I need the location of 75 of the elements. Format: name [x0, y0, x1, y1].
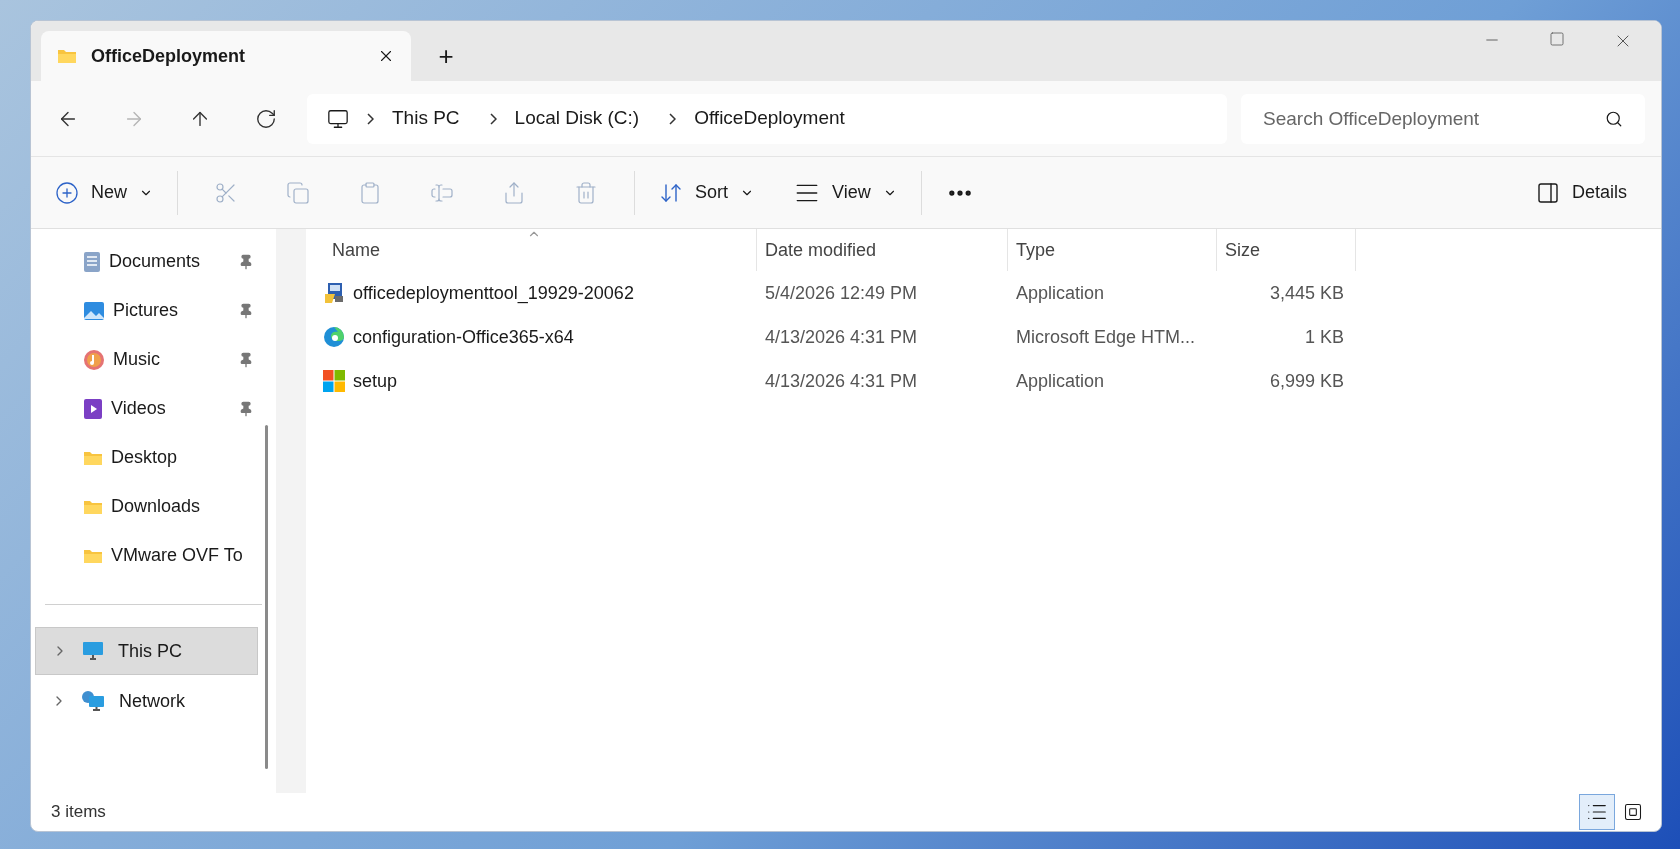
file-name: setup — [353, 369, 398, 393]
address-bar[interactable]: This PC Local Disk (C:) OfficeDeployment — [307, 93, 1227, 144]
details-button[interactable]: Details — [1535, 179, 1627, 206]
tree-label: Network — [119, 689, 185, 713]
column-header[interactable]: Date modified — [757, 229, 1008, 271]
sidebar-item[interactable]: Pictures — [31, 286, 276, 335]
size-cell-text: 3,445 KB — [1268, 281, 1345, 305]
film-icon — [83, 397, 103, 420]
document-icon — [83, 250, 101, 273]
folder-icon — [83, 449, 103, 466]
type-cell-text: Application — [1015, 281, 1106, 305]
tree-label: This PC — [118, 639, 182, 663]
plus-circle-icon — [55, 180, 79, 205]
details-view-button[interactable] — [1579, 794, 1615, 830]
chevron-icon — [669, 112, 677, 125]
monitor-icon — [82, 641, 104, 661]
maximize-icon[interactable] — [1549, 31, 1565, 47]
type-cell-text: Microsoft Edge HTM... — [1015, 325, 1197, 349]
file-name: configuration-Office365-x64 — [353, 325, 574, 349]
type-cell-text: Application — [1015, 369, 1106, 393]
chevron-icon — [489, 112, 497, 125]
sort-button[interactable]: Sort — [659, 179, 755, 206]
file-row[interactable]: configuration-Office365-x64 4/13/2026 4:31 PM Microsoft Edge HTM... 1 KB — [311, 315, 1661, 359]
column-header[interactable]: Type — [1008, 229, 1217, 271]
refresh-icon[interactable] — [255, 107, 277, 130]
tab-title: OfficeDeployment — [91, 44, 247, 68]
search-icon — [1605, 109, 1623, 128]
size-cell-text: 1 KB — [1303, 325, 1345, 349]
date-cell-text: 5/4/2026 12:49 PM — [764, 281, 919, 305]
sidebar-item[interactable]: Music — [31, 335, 276, 384]
network-monitor-icon — [81, 690, 105, 712]
column-header[interactable]: Name — [311, 229, 757, 271]
folder-icon — [83, 547, 103, 564]
breadcrumb-item[interactable]: This PC — [392, 104, 460, 133]
date-cell-text: 4/13/2026 4:31 PM — [764, 369, 919, 393]
installer-icon — [323, 282, 345, 304]
picture-icon — [83, 300, 105, 321]
music-disc-icon — [83, 348, 105, 371]
sidebar-label: Pictures — [113, 299, 179, 322]
tree-item[interactable]: Network — [35, 677, 258, 725]
tile-icon — [1623, 802, 1643, 822]
sidebar-label: Music — [113, 348, 160, 371]
file-row[interactable]: officedeploymenttool_19929-20062 5/4/2026 12:49 PM Application 3,445 KB — [311, 271, 1661, 315]
sidebar-item[interactable]: Videos — [31, 384, 276, 433]
tree-item[interactable]: This PC — [35, 627, 258, 675]
chevron-icon — [367, 112, 374, 125]
sidebar-item[interactable]: Documents — [31, 237, 276, 286]
sidebar-label: Desktop — [111, 446, 178, 469]
date-cell-text: 4/13/2026 4:31 PM — [764, 325, 919, 349]
breadcrumb-item[interactable]: OfficeDeployment — [694, 104, 845, 133]
folder-icon — [57, 48, 77, 64]
column-header[interactable]: Size — [1217, 229, 1356, 271]
edge-browser-icon — [323, 326, 345, 348]
sidebar-item[interactable]: Desktop — [31, 433, 276, 482]
new-tab-button[interactable]: + — [431, 41, 461, 71]
sidebar-label: Documents — [109, 250, 201, 273]
monitor-icon — [327, 107, 349, 130]
file-name: officedeploymenttool_19929-20062 — [353, 281, 634, 306]
file-row[interactable]: setup 4/13/2026 4:31 PM Application 6,999 KB — [311, 359, 1661, 403]
item-count: 3 items — [51, 801, 106, 824]
search-field[interactable]: Search OfficeDeployment — [1241, 93, 1645, 144]
view-button[interactable]: View — [794, 179, 897, 206]
sidebar-item[interactable]: Downloads — [31, 482, 276, 531]
sidebar-label: Downloads — [111, 495, 201, 518]
size-cell-text: 6,999 KB — [1268, 369, 1345, 393]
sidebar-label: VMware OVF To — [111, 544, 243, 567]
scrollbar-thumb[interactable] — [265, 425, 268, 769]
sidebar-item[interactable]: VMware OVF To — [31, 531, 276, 580]
new-button[interactable]: New — [55, 179, 153, 206]
breadcrumb-item[interactable]: Local Disk (C:) — [514, 104, 640, 133]
folder-icon — [83, 498, 103, 515]
windows-logo-icon — [323, 370, 345, 392]
details-pane-icon — [1535, 180, 1560, 205]
sidebar-label: Videos — [111, 397, 166, 420]
tab[interactable]: OfficeDeployment — [41, 31, 411, 81]
